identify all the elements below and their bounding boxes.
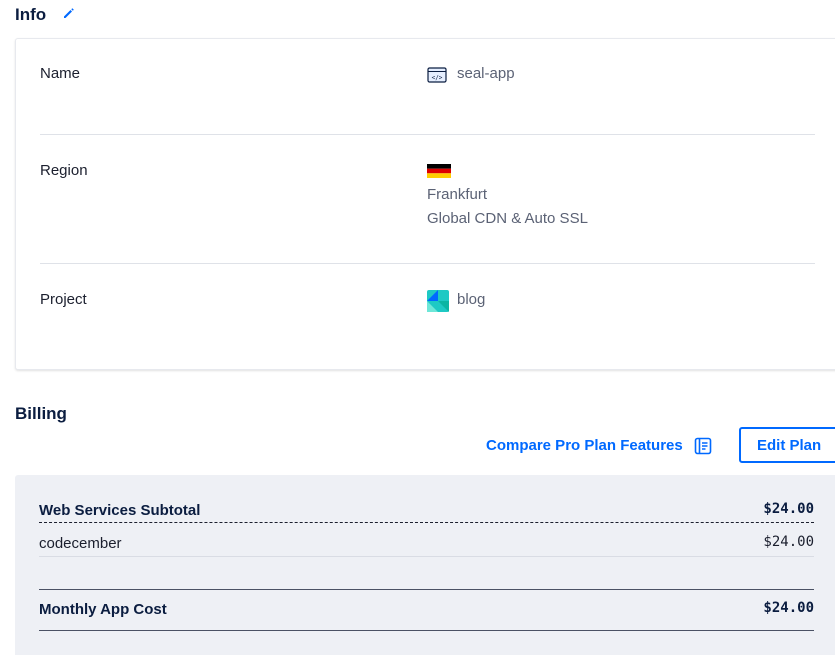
compare-plan-features-link[interactable]: Compare Pro Plan Features (486, 437, 683, 454)
app-settings-page: Info Name </> seal-app Region Frankfurt … (0, 0, 835, 655)
region-city-value: Frankfurt (427, 186, 488, 203)
pencil-edit-icon[interactable] (62, 6, 76, 20)
document-list-icon[interactable] (694, 437, 712, 455)
line-item-label: codecember (39, 535, 122, 552)
app-name-value: seal-app (457, 65, 515, 82)
billing-section-title: Billing (15, 404, 67, 423)
subtotal-label: Web Services Subtotal (39, 502, 201, 519)
region-cdn-value: Global CDN & Auto SSL (427, 210, 588, 227)
app-code-icon: </> (427, 67, 447, 83)
region-label: Region (40, 162, 88, 179)
billing-summary-card: Web Services Subtotal $24.00 codecember … (15, 475, 835, 655)
name-label: Name (40, 65, 81, 82)
line-item-amount: $24.00 (763, 534, 814, 550)
info-section-title: Info (15, 5, 47, 24)
total-label: Monthly App Cost (39, 601, 167, 618)
info-card: Name </> seal-app Region Frankfurt Globa… (15, 38, 835, 370)
project-label: Project (40, 291, 87, 308)
total-bottom-divider (39, 630, 814, 631)
svg-text:</>: </> (432, 75, 443, 82)
subtotal-divider (39, 522, 814, 523)
total-top-divider (39, 589, 814, 590)
total-amount: $24.00 (763, 600, 814, 616)
row-divider (40, 134, 815, 135)
germany-flag-icon (427, 164, 451, 178)
line-item-divider (39, 556, 814, 557)
project-name-value: blog (457, 291, 486, 308)
edit-plan-button[interactable]: Edit Plan (739, 427, 835, 463)
row-divider (40, 263, 815, 264)
project-icon (427, 290, 449, 312)
subtotal-amount: $24.00 (763, 501, 814, 517)
